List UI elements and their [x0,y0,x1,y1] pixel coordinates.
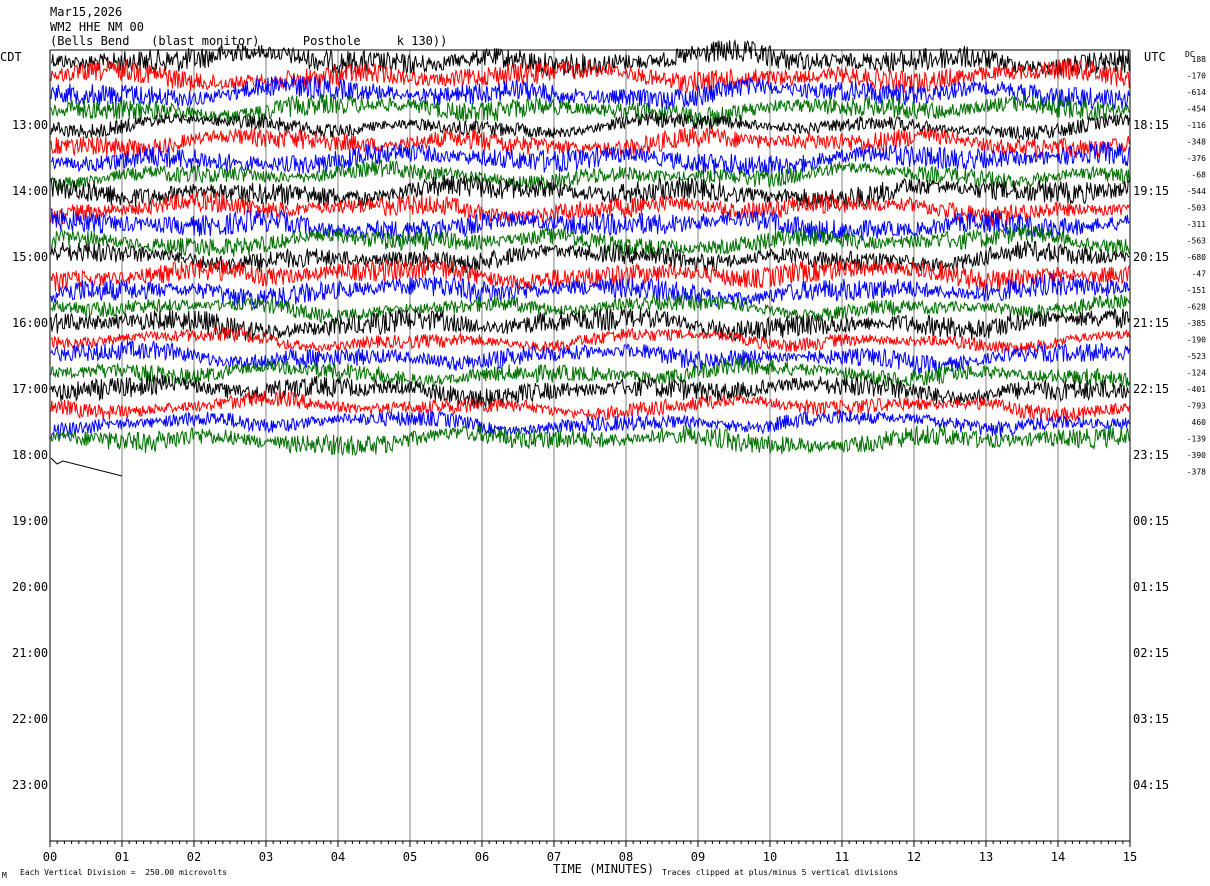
dc-offset-label: -348 [1187,138,1206,147]
x-tick-label: 15 [1123,850,1137,864]
x-tick-label: 11 [835,850,849,864]
seismic-trace-row [50,457,123,477]
plot-frame [49,49,1131,847]
clip-note: Traces clipped at plus/minus 5 vertical … [662,868,899,877]
dc-offset-label: 460 [1192,418,1207,427]
x-tick-label: 09 [691,850,705,864]
x-tick-label: 05 [403,850,417,864]
chart-date: Mar15,2026 [50,5,123,19]
dc-offset-label: -544 [1187,187,1206,196]
right-timezone-label: UTC [1144,50,1166,64]
seismic-trace-row [50,208,1130,243]
utc-hour-label: 20:15 [1133,250,1169,264]
x-tick-label: 04 [331,850,345,864]
dc-offset-label: -151 [1187,286,1206,295]
utc-hour-label: 01:15 [1133,580,1169,594]
cdt-hour-label: 15:00 [12,250,48,264]
cdt-hour-label: 20:00 [12,580,48,594]
dc-offset-label: -68 [1192,171,1207,180]
dc-offset-label: -563 [1187,237,1206,246]
dc-offset-label: -401 [1187,385,1206,394]
x-tick-label: 10 [763,850,777,864]
seismic-trace-row [50,307,1130,342]
cdt-hour-label: 14:00 [12,184,48,198]
dc-offset-label: -376 [1187,154,1206,163]
cdt-hour-label: 19:00 [12,514,48,528]
utc-hour-label: 04:15 [1133,778,1169,792]
cdt-hour-label: 17:00 [12,382,48,396]
dc-offset-label: -311 [1187,220,1206,229]
x-tick-label: 13 [979,850,993,864]
utc-hour-label: 03:15 [1133,712,1169,726]
dc-offset-label: -47 [1192,270,1207,279]
x-tick-label: 06 [475,850,489,864]
helicorder-plot: 00 01 02 03 04 05 06 07 08 09 10 11 12 13 14 1513:0014:… [12,39,1207,864]
x-tick-label: 12 [907,850,921,864]
utc-hour-label: 18:15 [1133,118,1169,132]
x-tick-label: 03 [259,850,273,864]
dc-offset-label: -680 [1187,253,1206,262]
seismic-trace-row [50,93,1130,127]
utc-hour-label: 19:15 [1133,184,1169,198]
dc-offset-label: -793 [1187,402,1206,411]
left-timezone-label: CDT [0,50,22,64]
station-code: WM2 HHE NM 00 [50,20,144,34]
dc-offset-label: -124 [1187,369,1206,378]
x-tick-label: 14 [1051,850,1065,864]
vertical-division-note: Each Vertical Division = 250.00 microvol… [20,868,228,877]
seismic-trace-row [50,390,1130,423]
dc-offset-label: -628 [1187,303,1206,312]
utc-hour-label: 21:15 [1133,316,1169,330]
trace-layer [50,39,1130,477]
x-axis-title: TIME (MINUTES) [553,862,655,876]
utc-hour-label: 22:15 [1133,382,1169,396]
dc-offset-label: -614 [1187,88,1206,97]
cdt-hour-label: 13:00 [12,118,48,132]
utc-hour-label: 23:15 [1133,448,1169,462]
dc-offset-label: -523 [1187,352,1206,361]
seismic-trace-row [50,126,1130,159]
x-tick-label: 00 [43,850,57,864]
cdt-hour-label: 21:00 [12,646,48,660]
dc-offset-label: -378 [1187,468,1206,477]
dc-offset-label: -390 [1187,451,1206,460]
cdt-hour-label: 18:00 [12,448,48,462]
station-location: (Bells Bend (blast monitor) Posthole k 1… [50,34,448,48]
seismic-trace-row [50,425,1130,456]
dc-offset-label: -116 [1187,121,1206,130]
cdt-hour-label: 22:00 [12,712,48,726]
dc-offset-label: -385 [1187,319,1206,328]
corner-mark: M [2,871,7,880]
utc-hour-label: 02:15 [1133,646,1169,660]
cdt-hour-label: 23:00 [12,778,48,792]
dc-offset-label: -454 [1187,105,1206,114]
cdt-hour-label: 16:00 [12,316,48,330]
dc-offset-label: -190 [1187,336,1206,345]
utc-hour-label: 00:15 [1133,514,1169,528]
x-tick-label: 01 [115,850,129,864]
dc-offset-label: -139 [1187,435,1206,444]
dc-offset-label: -170 [1187,72,1206,81]
x-tick-label: 02 [187,850,201,864]
dc-offset-label: -503 [1187,204,1206,213]
dc-offset-header: DC [1185,50,1195,59]
